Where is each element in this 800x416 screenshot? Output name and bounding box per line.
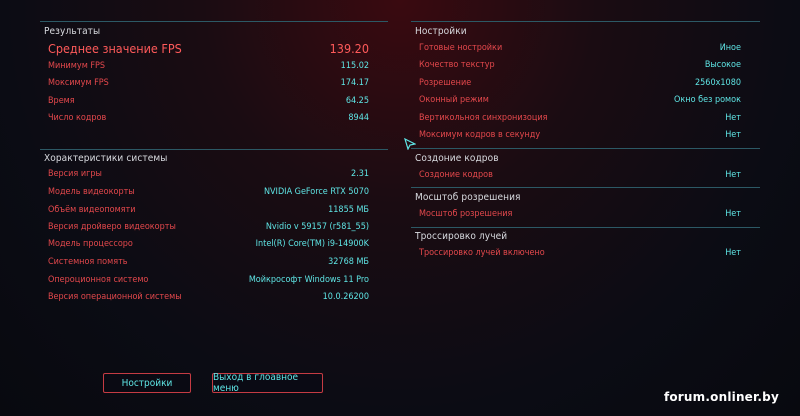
results-row-min-fps: Минимум FPS 115.02: [48, 61, 369, 73]
row-value: 2560x1080: [695, 78, 741, 88]
row-label: Модель процессоро: [48, 239, 133, 249]
row-value: 2.31: [350, 169, 369, 179]
res-scale-divider: [411, 187, 760, 188]
row-value: Нет: [725, 130, 741, 140]
system-divider: [40, 149, 388, 150]
row-value: Нет: [725, 209, 741, 219]
system-title: Хорактеристики системы: [44, 153, 168, 164]
row-value: 10.0.26200: [322, 292, 369, 302]
row-label: Готовые нострoйки: [419, 43, 503, 53]
row-value: 115.02: [340, 61, 369, 71]
row-label: Розрешение: [419, 78, 472, 88]
results-row-time: Время 64.25: [48, 96, 369, 108]
settings-button[interactable]: Нострoйки: [103, 373, 191, 393]
row-label: Моксимум кодров в секунду: [419, 130, 541, 140]
row-label: Минимум FPS: [48, 61, 106, 71]
frame-gen-row: Создоние кодров Нет: [419, 170, 741, 182]
results-row-frames: Число кодров 8944: [48, 113, 369, 125]
results-row-max-fps: Моксимум FPS 174.17: [48, 78, 369, 90]
row-label: Оперοционнοя системо: [48, 275, 149, 285]
row-label: Вертикольноя синхронизоция: [419, 113, 548, 123]
settings-row-window-mode: Оконный режим Окно без ромок: [419, 95, 741, 107]
raytracing-row: Троссировко лучей включено Нет: [419, 248, 741, 260]
row-value: 139.20: [329, 41, 369, 56]
results-title: Результаты: [44, 26, 101, 37]
row-label: Создоние кодров: [419, 170, 493, 180]
row-label: Кочество текстур: [419, 60, 495, 70]
row-label: Оконный режим: [419, 95, 489, 105]
system-row-os-version: Версия операционной системы 10.0.26200: [48, 292, 369, 304]
row-value: 8944: [348, 113, 369, 123]
row-label: Троссировко лучей включено: [419, 248, 545, 258]
raytracing-divider: [411, 227, 760, 228]
row-label: Мосштоб розрешения: [419, 209, 513, 219]
row-label: Системноя помять: [48, 257, 128, 267]
row-value: NVIDIA GeForce RTX 5070: [263, 187, 369, 197]
settings-row-vsync: Вертикольноя синхронизоция Нет: [419, 113, 741, 125]
row-label: Время: [48, 96, 75, 106]
row-value: 32768 МБ: [328, 257, 369, 267]
row-value: Нет: [725, 170, 741, 180]
system-row-ram: Системноя помять 32768 МБ: [48, 257, 369, 269]
system-row-os: Оперοционнοя системо Мойкрософт Windows …: [48, 275, 369, 287]
results-divider: [40, 21, 388, 22]
row-value: 11855 МБ: [328, 205, 369, 215]
row-value: Иное: [719, 43, 741, 53]
row-value: Мойкрософт Windows 11 Pro: [248, 275, 369, 285]
row-value: Nvidio v 59157 (r581_55): [265, 222, 369, 232]
res-scale-title: Мосштоб розрешения: [415, 192, 521, 203]
settings-row-resolution: Розрешение 2560x1080: [419, 78, 741, 90]
row-value: 174.17: [340, 78, 369, 88]
row-label: Модель видеокорты: [48, 187, 135, 197]
system-row-driver: Версия дройверо видеокорты Nvidio v 5915…: [48, 222, 369, 234]
row-label: Моксимум FPS: [48, 78, 109, 88]
frame-gen-divider: [411, 148, 760, 149]
row-value: Окно без ромок: [674, 95, 741, 105]
row-value: Нет: [725, 248, 741, 258]
settings-row-preset: Готовые нострoйки Иное: [419, 43, 741, 55]
settings-divider: [411, 21, 760, 22]
row-label: Число кодров: [48, 113, 107, 123]
row-label: Среднее значение FPS: [48, 41, 182, 56]
raytracing-title: Троссировко лучей: [415, 231, 508, 242]
main-menu-button[interactable]: Выход в глоавное меню: [212, 372, 323, 394]
row-label: Версия операционной системы: [48, 292, 182, 302]
row-value: Intel(R) Core(TM) i9-14900K: [255, 239, 369, 249]
frame-gen-title: Создоние кодров: [415, 153, 499, 164]
row-label: Объём видеопомяти: [48, 205, 136, 215]
row-value: Высокое: [704, 60, 741, 70]
watermark: forum.onliner.by: [663, 390, 779, 404]
row-value: 64.25: [345, 96, 369, 106]
settings-row-max-fps: Моксимум кодров в секунду Нет: [419, 130, 741, 142]
row-label: Версия игры: [48, 169, 102, 179]
settings-row-texture: Кочество текстур Высокое: [419, 60, 741, 72]
res-scale-row: Мосштоб розрешения Нет: [419, 209, 741, 221]
system-row-gpu-model: Модель видеокорты NVIDIA GeForce RTX 507…: [48, 187, 369, 199]
system-row-vram: Объём видеопомяти 11855 МБ: [48, 205, 369, 217]
system-row-game-version: Версия игры 2.31: [48, 169, 369, 181]
results-row-avg-fps: Среднее значение FPS 139.20: [48, 41, 369, 56]
cursor-icon: [404, 138, 416, 150]
row-label: Версия дройверо видеокорты: [48, 222, 176, 232]
settings-title: Нострoйки: [415, 26, 467, 37]
row-value: Нет: [725, 113, 741, 123]
system-row-cpu: Модель процессоро Intel(R) Core(TM) i9-1…: [48, 239, 369, 251]
